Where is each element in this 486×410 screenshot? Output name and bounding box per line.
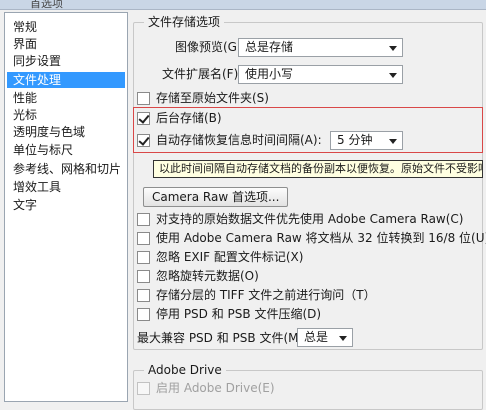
sidebar-item-cursors[interactable]: 光标 (7, 107, 125, 123)
sidebar-item-general[interactable]: 常规 (7, 19, 125, 35)
preferences-sidebar: 常规 界面 同步设置 文件处理 性能 光标 透明度与色域 单位与标尺 参考线、网… (4, 12, 128, 402)
image-preview-select[interactable]: 总是存储 (238, 38, 403, 57)
auto-save-checkbox[interactable] (137, 134, 150, 147)
camera-raw-convert-checkbox[interactable] (137, 232, 150, 245)
sidebar-item-file-handling[interactable]: 文件处理 (7, 72, 125, 88)
background-save-checkbox[interactable] (137, 112, 150, 125)
enable-adobe-drive-label: 启用 Adobe Drive(E) (156, 381, 275, 395)
file-extension-select[interactable]: 使用小写 (238, 65, 403, 84)
ignore-exif-label: 忽略 EXIF 配置文件标记(X) (156, 250, 304, 264)
title-bar: 首选项 (0, 0, 486, 10)
disable-compression-checkbox[interactable] (137, 308, 150, 321)
auto-save-label: 自动存储恢复信息时间间隔(A): (156, 133, 322, 147)
ask-before-tiff-label: 存储分层的 TIFF 文件之前进行询问（T） (156, 288, 376, 302)
adobe-drive-group-title: Adobe Drive (144, 363, 226, 377)
max-compatibility-label: 最大兼容 PSD 和 PSB 文件(M): (137, 331, 308, 345)
camera-raw-preferences-button[interactable]: Camera Raw 首选项... (143, 187, 289, 207)
ask-before-tiff-checkbox[interactable] (137, 289, 150, 302)
sidebar-item-guides-grid-slices[interactable]: 参考线、网格和切片 (7, 161, 125, 177)
image-preview-label: 图像预览(G): (175, 40, 246, 54)
max-compatibility-value: 总是 (304, 330, 329, 344)
file-extension-value: 使用小写 (245, 67, 294, 81)
ignore-exif-checkbox[interactable] (137, 251, 150, 264)
camera-raw-convert-label: 使用 Adobe Camera Raw 将文档从 32 位转换到 16/8 位(… (156, 231, 486, 245)
auto-save-interval-value: 5 分钟 (337, 133, 373, 147)
image-preview-value: 总是存储 (245, 40, 294, 54)
save-to-original-folder-checkbox[interactable] (137, 92, 150, 105)
window-title: 首选项 (30, 0, 63, 10)
disable-compression-label: 停用 PSD 和 PSB 文件压缩(D) (156, 307, 322, 321)
sidebar-item-units-rulers[interactable]: 单位与标尺 (7, 142, 125, 158)
chevron-down-icon (339, 336, 347, 341)
sidebar-item-interface[interactable]: 界面 (7, 36, 125, 52)
sidebar-item-plugins[interactable]: 增效工具 (7, 179, 125, 195)
max-compatibility-select[interactable]: 总是 (297, 328, 353, 347)
save-to-original-folder-label: 存储至原始文件夹(S) (156, 91, 269, 105)
prefer-camera-raw-label: 对支持的原始数据文件优先使用 Adobe Camera Raw(C) (156, 212, 464, 226)
chevron-down-icon (389, 73, 397, 78)
ignore-rotation-label: 忽略旋转元数据(O) (156, 269, 259, 283)
background-save-label: 后台存储(B) (156, 111, 222, 125)
chevron-down-icon (389, 46, 397, 51)
file-saving-group-title: 文件存储选项 (144, 15, 225, 29)
sidebar-item-transparency-gamut[interactable]: 透明度与色域 (7, 124, 125, 140)
auto-save-interval-select[interactable]: 5 分钟 (330, 131, 403, 150)
sidebar-item-type[interactable]: 文字 (7, 197, 125, 213)
sidebar-item-performance[interactable]: 性能 (7, 90, 125, 106)
prefer-camera-raw-checkbox[interactable] (137, 213, 150, 226)
file-extension-label: 文件扩展名(F): (162, 67, 243, 81)
chevron-down-icon (389, 139, 397, 144)
sidebar-item-sync-settings[interactable]: 同步设置 (7, 53, 125, 69)
auto-save-tooltip: 以此时间间隔自动存储文档的备份副本以便恢复。原始文件不受影响。 (153, 160, 483, 178)
ignore-rotation-checkbox[interactable] (137, 270, 150, 283)
enable-adobe-drive-checkbox[interactable] (137, 382, 150, 395)
